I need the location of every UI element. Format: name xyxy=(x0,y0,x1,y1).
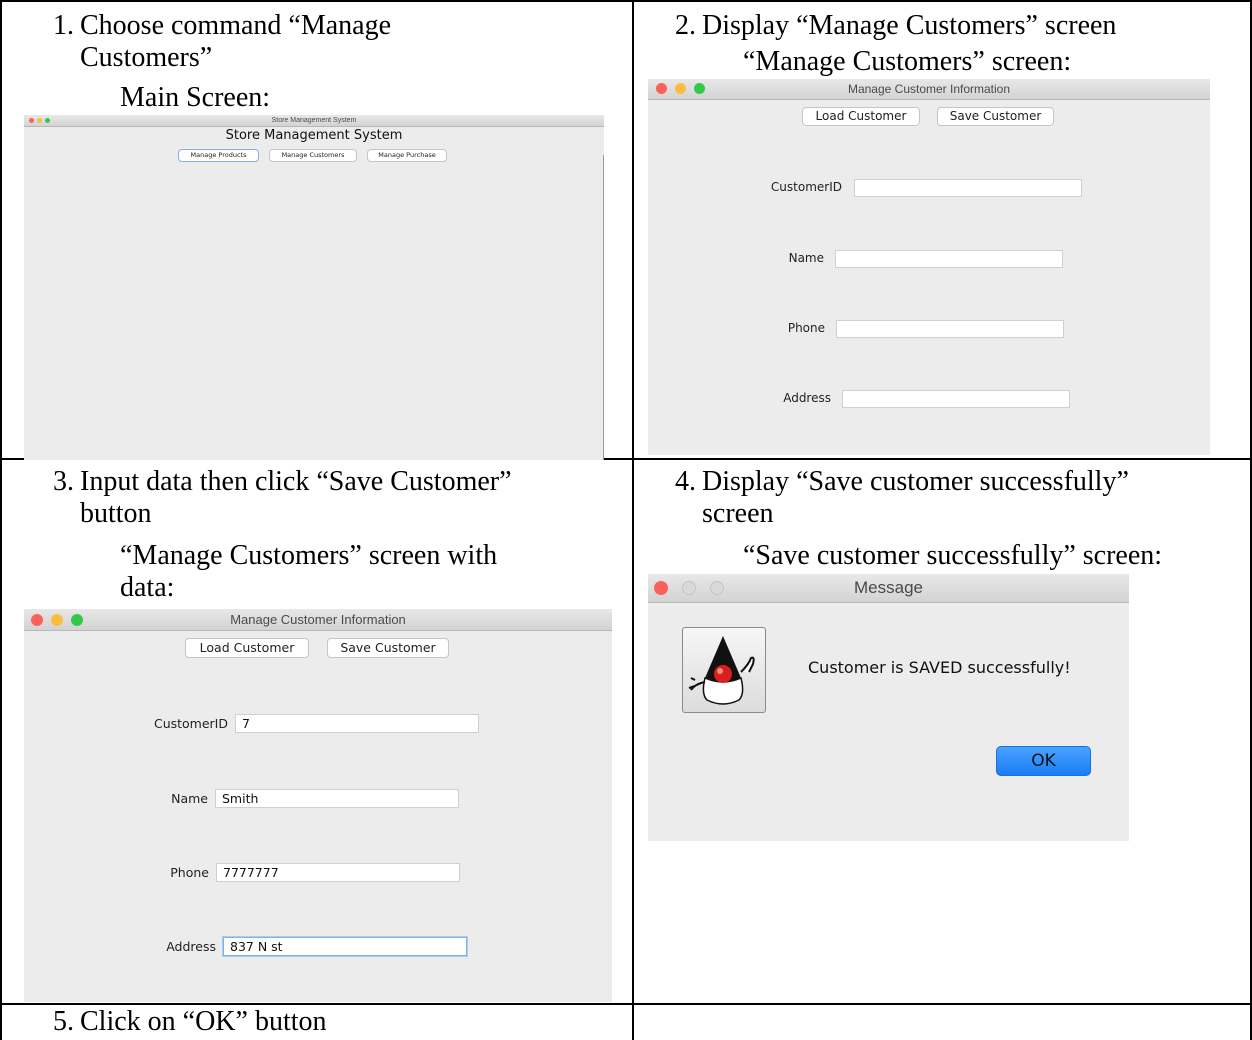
close-window-icon[interactable] xyxy=(654,581,668,595)
ok-button[interactable]: OK xyxy=(996,746,1091,776)
window-title: Manage Customer Information xyxy=(230,612,406,627)
table-border-top xyxy=(0,0,1252,2)
address-label: Address xyxy=(783,391,831,405)
customer-id-label: CustomerID xyxy=(153,716,228,731)
message-dialog-window: Message Customer is SAVED successfully! … xyxy=(648,574,1129,841)
step-text-line: Choose command “Manage xyxy=(80,10,392,41)
phone-field[interactable]: 7777777 xyxy=(216,863,460,882)
window-titlebar: Store Management System xyxy=(24,115,604,127)
manage-purchase-button[interactable]: Manage Purchase xyxy=(367,149,447,162)
window-titlebar: Manage Customer Information xyxy=(24,609,612,631)
customer-id-field[interactable]: 7 xyxy=(235,714,479,733)
phone-label: Phone xyxy=(787,321,825,335)
step-number: 5. xyxy=(53,1006,74,1037)
step-4-caption: “Save customer successfully” screen: xyxy=(743,540,1163,571)
save-customer-button[interactable]: Save Customer xyxy=(937,107,1054,126)
step-text-line: button xyxy=(80,498,152,529)
step-text: Display “Save customer successfully” scr… xyxy=(702,466,1129,530)
step-1-caption: Main Screen: xyxy=(120,82,271,113)
step-2: 2. Display “Manage Customers” screen xyxy=(656,10,1246,45)
minimize-window-icon[interactable] xyxy=(675,83,686,94)
step-text: Choose command “Manage Customers” xyxy=(80,10,391,74)
customer-id-field[interactable] xyxy=(854,179,1082,197)
step-5: 5. Click on “OK” button xyxy=(34,1006,624,1040)
manage-customers-button[interactable]: Manage Customers xyxy=(269,149,357,162)
table-border-left xyxy=(0,0,2,1040)
window-title: Manage Customer Information xyxy=(847,82,1011,96)
name-field[interactable]: Smith xyxy=(215,789,459,808)
table-divider-vertical xyxy=(632,0,634,1040)
close-window-icon[interactable] xyxy=(656,83,667,94)
zoom-window-icon[interactable] xyxy=(71,614,83,626)
name-label: Name xyxy=(788,251,824,265)
manage-products-button[interactable]: Manage Products xyxy=(178,149,259,162)
step-number: 2. xyxy=(675,10,696,41)
name-label: Name xyxy=(171,791,208,806)
address-label: Address xyxy=(166,939,216,954)
minimize-window-icon xyxy=(682,581,696,595)
minimize-window-icon[interactable] xyxy=(51,614,63,626)
phone-field[interactable] xyxy=(836,320,1064,338)
close-window-icon[interactable] xyxy=(29,118,34,123)
customer-id-label: CustomerID xyxy=(770,180,842,194)
step-text: Input data then click “Save Customer” bu… xyxy=(80,466,512,530)
zoom-window-icon xyxy=(710,581,724,595)
message-text: Customer is SAVED successfully! xyxy=(808,658,1071,677)
load-customer-button[interactable]: Load Customer xyxy=(802,107,920,126)
step-number: 1. xyxy=(53,10,74,41)
manage-customers-window: Manage Customer Information Load Custome… xyxy=(648,79,1210,455)
step-number: 4. xyxy=(675,466,696,497)
step-text-line: screen xyxy=(702,498,774,529)
window-titlebar: Manage Customer Information xyxy=(648,79,1210,100)
java-duke-icon xyxy=(682,627,766,713)
step-1: 1. Choose command “Manage Customers” xyxy=(34,10,624,80)
caption-line: data: xyxy=(120,572,175,603)
minimize-window-icon[interactable] xyxy=(37,118,42,123)
step-3: 3. Input data then click “Save Customer”… xyxy=(34,466,624,536)
window-right-edge xyxy=(603,155,604,460)
step-4: 4. Display “Save customer successfully” … xyxy=(656,466,1246,536)
step-3-caption: “Manage Customers” screen with data: xyxy=(120,540,497,604)
caption-line: “Manage Customers” screen with xyxy=(120,540,498,571)
address-field[interactable]: 837 N st xyxy=(223,937,467,956)
step-number: 3. xyxy=(53,466,74,497)
app-heading: Store Management System xyxy=(225,128,403,143)
step-text-line: Click on “OK” button xyxy=(80,1006,327,1037)
name-field[interactable] xyxy=(835,250,1063,268)
window-title: Store Management System xyxy=(271,117,357,124)
step-text-line: Input data then click “Save Customer” xyxy=(80,466,512,497)
zoom-window-icon[interactable] xyxy=(45,118,50,123)
save-customer-button[interactable]: Save Customer xyxy=(327,638,449,658)
zoom-window-icon[interactable] xyxy=(694,83,705,94)
address-field[interactable] xyxy=(842,390,1070,408)
step-text: Display “Manage Customers” screen xyxy=(702,10,1116,42)
phone-label: Phone xyxy=(170,865,209,880)
manage-customers-filled-window: Manage Customer Information Load Custome… xyxy=(24,609,612,1002)
table-divider-row2 xyxy=(0,1003,1252,1005)
main-screen-window: Store Management System Store Management… xyxy=(24,115,604,460)
step-text-line: Display “Manage Customers” screen xyxy=(702,10,1117,41)
step-text: Click on “OK” button xyxy=(80,1006,327,1038)
step-text-line: Customers” xyxy=(80,42,213,73)
window-title: Message xyxy=(854,578,923,597)
close-window-icon[interactable] xyxy=(31,614,43,626)
step-text-line: Display “Save customer successfully” xyxy=(702,466,1129,497)
step-2-caption: “Manage Customers” screen: xyxy=(743,46,1072,77)
load-customer-button[interactable]: Load Customer xyxy=(185,638,309,658)
